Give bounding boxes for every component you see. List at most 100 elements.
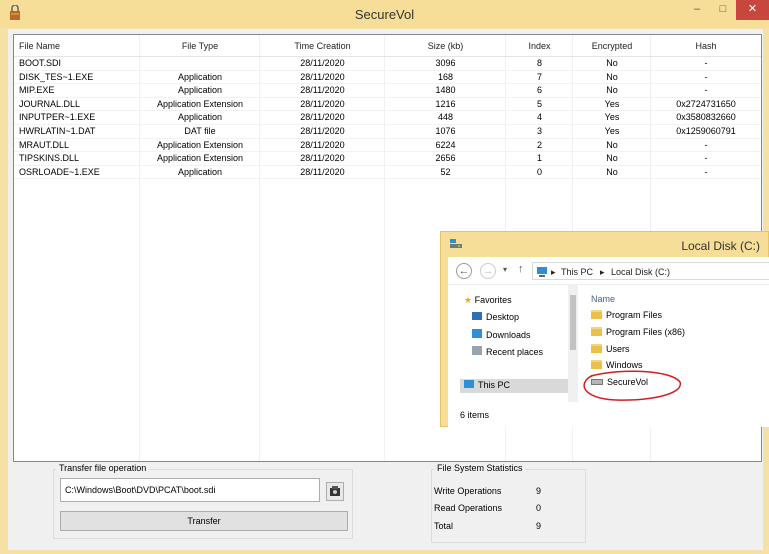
cell-size: 52 (440, 166, 451, 177)
breadcrumb-local-disk[interactable]: Local Disk (C:) (611, 267, 670, 277)
header-file-type[interactable]: File Type (140, 41, 260, 51)
table-row[interactable]: INPUTPER~1.EXE Application 28/11/2020 448 4 Y… (14, 111, 761, 125)
computer-icon (464, 380, 474, 388)
header-size[interactable]: Size (kb) (385, 41, 506, 51)
chevron-down-icon: ▾ (503, 265, 508, 274)
cell-hash: - (704, 85, 708, 96)
cell-file-name: BOOT.SDI (19, 58, 62, 68)
browse-button[interactable] (326, 482, 344, 501)
write-operations-label: Write Operations (434, 486, 502, 496)
table-row[interactable]: MIP.EXE Application 28/11/2020 1480 6 No - (14, 84, 761, 98)
cell-time-creation: 28/11/2020 (300, 112, 345, 123)
cell-index: 4 (536, 112, 542, 123)
recent-locations-button[interactable]: ▾ (503, 265, 507, 274)
folder-item[interactable]: Users (591, 344, 630, 354)
folder-item[interactable]: Program Files (591, 310, 662, 320)
cell-time-creation: 28/11/2020 (300, 98, 345, 109)
cell-size: 168 (437, 71, 454, 82)
header-encrypted[interactable]: Encrypted (573, 41, 651, 51)
cell-time-creation: 28/11/2020 (300, 85, 345, 96)
nav-recent-label: Recent places (486, 347, 544, 357)
cell-encrypted: No (606, 58, 618, 68)
close-icon: ✕ (747, 3, 758, 15)
explorer-title: Local Disk (C:) (681, 239, 760, 253)
browse-icon (330, 486, 340, 496)
stats-group-label: File System Statistics (434, 463, 526, 473)
cell-encrypted: No (606, 166, 618, 177)
cell-file-name: OSRLOADE~1.EXE (19, 166, 100, 177)
address-bar[interactable]: ▸ This PC ▸ Local Disk (C:) (532, 262, 769, 280)
folder-label: Program Files (x86) (606, 327, 686, 337)
breadcrumb-this-pc[interactable]: This PC (561, 267, 593, 277)
recent-places-icon (472, 346, 482, 355)
cell-file-name: HWRLATIN~1.DAT (19, 126, 96, 136)
folder-icon (591, 327, 602, 336)
file-path-input[interactable] (60, 478, 320, 502)
table-row[interactable]: BOOT.SDI 28/11/2020 3096 8 No - (14, 57, 761, 71)
nav-favorites[interactable]: ★ Favorites (464, 295, 512, 306)
nav-recent-places[interactable]: Recent places (472, 346, 543, 357)
cell-index: 1 (536, 153, 542, 164)
cell-encrypted: No (606, 153, 618, 164)
cell-encrypted: No (606, 71, 618, 82)
cell-size: 1216 (435, 98, 456, 109)
cell-hash: 0x3580832660 (676, 112, 736, 123)
cell-time-creation: 28/11/2020 (300, 139, 345, 150)
table-row[interactable]: OSRLOADE~1.EXE Application 28/11/2020 52 0 No… (14, 166, 761, 180)
cell-file-type: Application (177, 85, 223, 96)
header-time-creation[interactable]: Time Creation (260, 41, 385, 51)
scrollbar-thumb[interactable] (570, 295, 576, 350)
cell-encrypted: No (606, 85, 618, 96)
maximize-button[interactable]: □ (710, 0, 736, 20)
cell-file-type: Application Extension (156, 98, 244, 109)
content-pane: Name Program Files Program Files (x86) U… (583, 285, 769, 421)
header-index[interactable]: Index (506, 41, 573, 51)
up-button[interactable]: ↑ (518, 263, 524, 275)
cell-index: 2 (536, 139, 542, 150)
back-button[interactable]: ← (456, 263, 472, 279)
nav-downloads[interactable]: Downloads (472, 329, 531, 340)
folder-item[interactable]: Program Files (x86) (591, 327, 685, 337)
table-row[interactable]: DISK_TES~1.EXE Application 28/11/2020 168 7 N… (14, 71, 761, 85)
cell-file-type: Application (177, 112, 223, 123)
forward-button[interactable]: → (480, 263, 496, 279)
cell-file-type: DAT file (184, 126, 216, 136)
cell-file-type: Application Extension (156, 153, 244, 164)
total-label: Total (434, 521, 454, 531)
read-operations-value: 0 (536, 503, 542, 513)
read-operations-label: Read Operations (434, 503, 503, 513)
folder-label: Windows (606, 360, 643, 370)
header-file-name[interactable]: File Name (19, 41, 60, 51)
breadcrumb-separator-icon: ▸ (600, 267, 605, 277)
minimize-button[interactable]: – (684, 0, 710, 20)
annotation-circle (583, 370, 681, 401)
table-row[interactable]: HWRLATIN~1.DAT DAT file 28/11/2020 1076 3 Yes… (14, 125, 761, 139)
cell-file-name: MRAUT.DLL (19, 139, 70, 150)
name-column-header[interactable]: Name (591, 294, 615, 304)
folder-item[interactable]: Windows (591, 360, 643, 370)
explorer-title-bar[interactable]: Local Disk (C:) (441, 232, 769, 257)
header-hash[interactable]: Hash (651, 41, 761, 51)
close-button[interactable]: ✕ (736, 0, 769, 20)
table-row[interactable]: TIPSKINS.DLL Application Extension 28/11/2… (14, 152, 761, 166)
cell-index: 7 (536, 71, 542, 82)
nav-this-pc-label: This PC (478, 380, 511, 390)
arrow-right-icon: → (482, 265, 494, 277)
cell-file-name: DISK_TES~1.EXE (19, 71, 94, 82)
folder-icon (591, 344, 602, 353)
table-row[interactable]: JOURNAL.DLL Application Extension 28/11/20… (14, 98, 761, 112)
drive-icon (450, 239, 462, 248)
title-bar[interactable]: SecureVol – □ ✕ (0, 0, 769, 28)
cell-size: 3096 (435, 58, 456, 68)
cell-file-name: JOURNAL.DLL (19, 98, 81, 109)
transfer-button[interactable]: Transfer (60, 511, 348, 531)
cell-hash: 0x2724731650 (676, 98, 736, 109)
cell-size: 2656 (435, 153, 456, 164)
table-row[interactable]: MRAUT.DLL Application Extension 28/11/2020… (14, 139, 761, 153)
explorer-status-bar: 6 items (448, 402, 769, 427)
nav-scrollbar[interactable] (568, 285, 578, 402)
cell-size: 1480 (435, 85, 456, 96)
nav-desktop[interactable]: Desktop (472, 312, 519, 322)
nav-this-pc[interactable]: This PC (460, 379, 568, 393)
arrow-left-icon: ← (458, 265, 470, 277)
